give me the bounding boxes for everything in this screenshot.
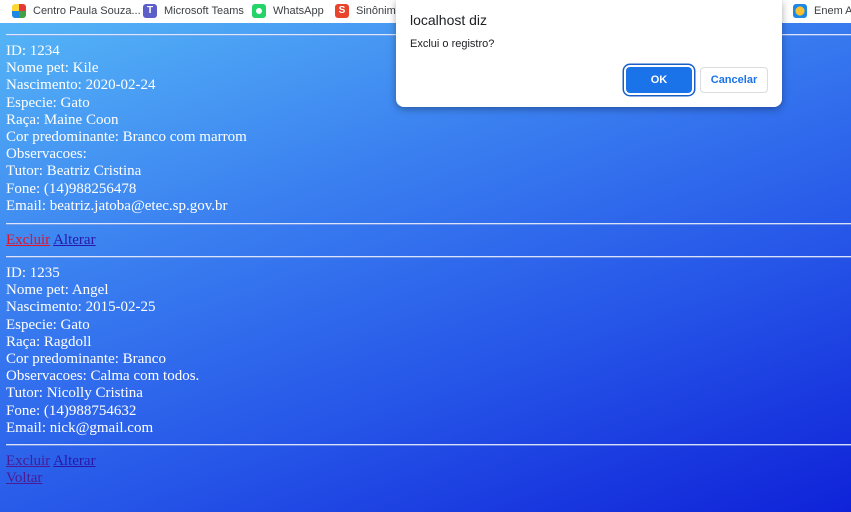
record-breed: Raça: Maine Coon <box>6 111 119 128</box>
divider <box>6 223 851 225</box>
record-species: Especie: Gato <box>6 316 90 333</box>
record-tutor: Tutor: Beatriz Cristina <box>6 163 142 180</box>
record-species: Especie: Gato <box>6 94 90 111</box>
record-1234: ID: 1234 Nome pet: Kile Nascimento: 2020… <box>6 43 247 215</box>
record-1235: ID: 1235 Nome pet: Angel Nascimento: 201… <box>6 265 199 437</box>
bookmark-sinonimo[interactable]: Sinônimo <box>335 0 402 22</box>
bookmark-label: Sinônimo <box>356 5 402 17</box>
edit-link[interactable]: Alterar <box>53 453 95 469</box>
cancel-button[interactable]: Cancelar <box>700 67 768 93</box>
bookmark-centro-paula-souza[interactable]: Centro Paula Souza... <box>12 0 141 22</box>
record-phone: Fone: (14)988754632 <box>6 402 137 419</box>
record-birthdate: Nascimento: 2015-02-25 <box>6 299 156 316</box>
back-link[interactable]: Voltar <box>6 470 42 486</box>
bookmark-whatsapp[interactable]: WhatsApp <box>252 0 324 22</box>
record-tutor: Tutor: Nicolly Cristina <box>6 385 143 402</box>
record-color: Cor predominante: Branco com marrom <box>6 129 247 146</box>
record-notes: Observacoes: <box>6 146 87 163</box>
bookmark-microsoft-teams[interactable]: Microsoft Teams <box>143 0 244 22</box>
record-email: Email: beatriz.jatoba@etec.sp.gov.br <box>6 197 228 214</box>
enem-icon <box>793 4 807 18</box>
record-actions: Excluir Alterar <box>6 453 96 470</box>
sinonimo-icon <box>335 4 349 18</box>
bookmark-label: Microsoft Teams <box>164 5 244 17</box>
record-pet-name: Nome pet: Angel <box>6 282 109 299</box>
delete-link[interactable]: Excluir <box>6 453 50 469</box>
bookmark-label: Enem Ac <box>814 5 851 17</box>
confirm-dialog: localhost diz Exclui o registro? OK Canc… <box>396 0 782 107</box>
whatsapp-icon <box>252 4 266 18</box>
record-id: ID: 1235 <box>6 265 60 281</box>
record-id: ID: 1234 <box>6 43 60 59</box>
record-breed: Raça: Ragdoll <box>6 333 92 350</box>
bookmark-label: WhatsApp <box>273 5 324 17</box>
record-actions: Excluir Alterar <box>6 232 96 249</box>
dialog-message: Exclui o registro? <box>410 38 495 50</box>
centro-paula-souza-icon <box>12 4 26 18</box>
record-color: Cor predominante: Branco <box>6 351 166 368</box>
record-phone: Fone: (14)988256478 <box>6 180 137 197</box>
back-nav: Voltar <box>6 470 42 487</box>
dialog-title: localhost diz <box>410 12 488 28</box>
bookmark-enem[interactable]: Enem Ac <box>793 0 851 22</box>
edit-link[interactable]: Alterar <box>53 232 95 248</box>
record-pet-name: Nome pet: Kile <box>6 60 99 77</box>
delete-link[interactable]: Excluir <box>6 232 50 248</box>
ok-button[interactable]: OK <box>626 67 692 93</box>
record-email: Email: nick@gmail.com <box>6 419 154 436</box>
bookmark-label: Centro Paula Souza... <box>33 5 141 17</box>
record-birthdate: Nascimento: 2020-02-24 <box>6 77 156 94</box>
divider <box>6 256 851 258</box>
divider <box>6 444 851 446</box>
record-notes: Observacoes: Calma com todos. <box>6 368 200 385</box>
microsoft-teams-icon <box>143 4 157 18</box>
